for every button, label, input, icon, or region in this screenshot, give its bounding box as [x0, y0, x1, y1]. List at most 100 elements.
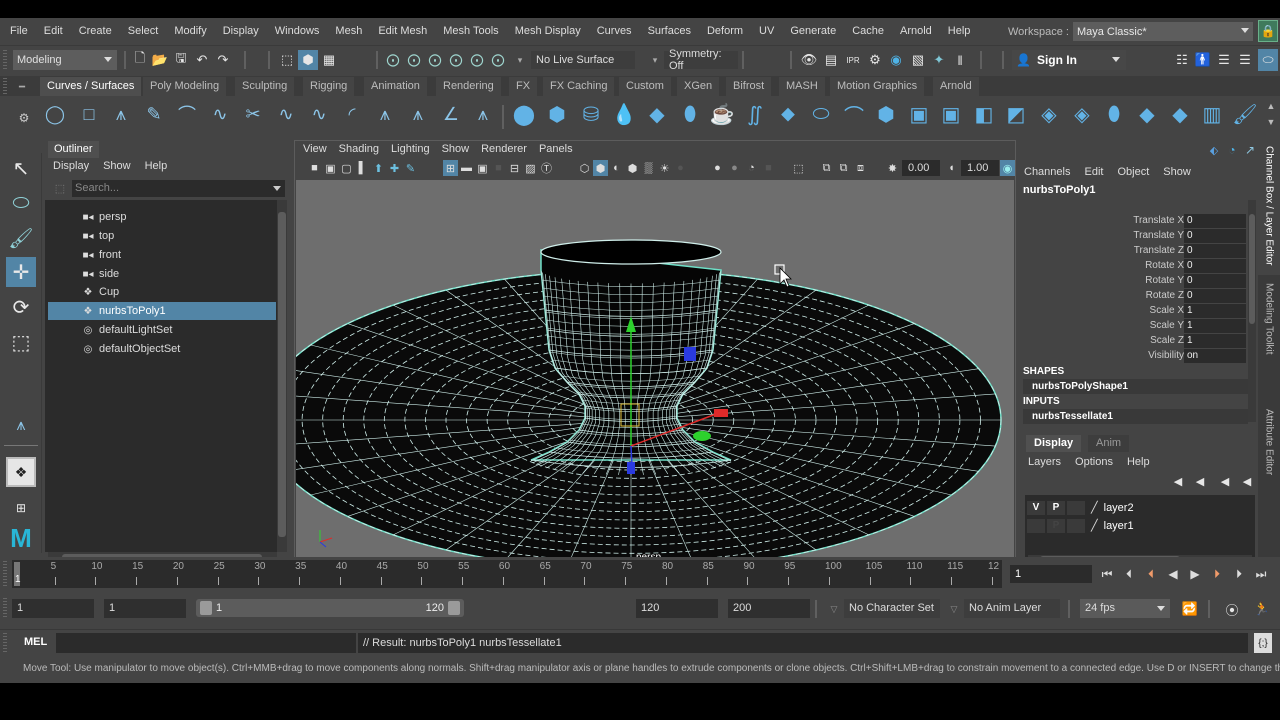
paint-select-tool-icon[interactable]: 🖌	[6, 223, 36, 253]
create-layer-from-selected-icon[interactable]: ◀	[1237, 471, 1257, 491]
scale-tool-icon[interactable]: ⬚	[6, 327, 36, 357]
gate-mask-icon[interactable]: ■	[491, 160, 506, 176]
modeling-toolkit-icon[interactable]: ☷	[1172, 50, 1192, 70]
channel-value[interactable]: 1	[1184, 334, 1246, 348]
menu-windows[interactable]: Windows	[267, 25, 328, 37]
safe-title-icon[interactable]: Ⓣ	[539, 160, 554, 176]
wireframe-on-shaded-icon[interactable]: ⬢	[625, 160, 640, 176]
snap-to-point-icon[interactable]: ⨀	[425, 50, 445, 70]
step-back-frame-icon[interactable]: ⏴	[1122, 565, 1136, 583]
render-setup-icon[interactable]: ▧	[908, 50, 928, 70]
nurbs-plane-icon[interactable]: ◆	[644, 101, 670, 127]
xray-active-components-icon[interactable]: ⧉	[836, 160, 851, 176]
cut-curve-tool-icon[interactable]: ✂	[240, 101, 266, 127]
outliner-menu-show[interactable]: Show	[103, 160, 131, 172]
shelf-scroll-down-icon[interactable]: ▼	[1261, 112, 1280, 132]
channel-translate-z[interactable]: Translate Z0	[1018, 244, 1248, 259]
go-to-end-icon[interactable]: ⏭	[1254, 565, 1268, 583]
symmetry-field[interactable]: Symmetry: Off	[664, 48, 738, 72]
shelf-tab-arnold[interactable]: Arnold	[933, 77, 980, 96]
extrude-icon[interactable]: ⬭	[808, 101, 834, 127]
channel-box-object-name[interactable]: nurbsToPoly1	[1023, 184, 1096, 196]
channel-rotate-z[interactable]: Rotate Z0	[1018, 289, 1248, 304]
menu-set-dropdown[interactable]: Modeling	[13, 50, 117, 70]
shelf-tab-motion-graphics[interactable]: Motion Graphics	[830, 77, 926, 96]
gear-icon[interactable]: ⚙	[14, 108, 34, 128]
detach-surface-icon[interactable]: ◆	[1134, 101, 1160, 127]
camera-attributes-icon[interactable]: ▢	[339, 160, 354, 176]
bookmarks-icon[interactable]: ▌	[355, 160, 370, 176]
channel-box-toggle-icon[interactable]: ⬖	[1204, 140, 1224, 160]
input-node[interactable]: nurbsTessellate1	[1023, 409, 1248, 424]
menu-uv[interactable]: UV	[751, 25, 782, 37]
anim-layer-dropdown[interactable]: No Anim Layer	[964, 599, 1060, 618]
layer-display-type-toggle[interactable]	[1067, 518, 1085, 533]
script-language-toggle[interactable]: MEL	[24, 636, 47, 648]
select-by-component-type-icon[interactable]: ▦	[319, 50, 339, 70]
range-slider[interactable]: 1 120	[196, 599, 464, 617]
step-forward-frame-icon[interactable]: ⏵	[1232, 565, 1246, 583]
channel-translate-y[interactable]: Translate Y0	[1018, 229, 1248, 244]
layer-display-type-toggle[interactable]	[1067, 500, 1085, 515]
layer-playback-toggle[interactable]: P	[1047, 518, 1065, 533]
playback-start-field[interactable]: 1	[104, 599, 186, 618]
channel-box-layer-editor-icon[interactable]: ⬭	[1258, 49, 1278, 71]
channel-rotate-x[interactable]: Rotate X0	[1018, 259, 1248, 274]
menu-help[interactable]: Help	[940, 25, 979, 37]
outliner-item-defaultobjectset[interactable]: ◎ defaultObjectSet	[48, 340, 276, 358]
outliner-item-nurbstopoly1[interactable]: ❖ nurbsToPoly1	[48, 302, 276, 320]
channel-value[interactable]: 0	[1184, 229, 1246, 243]
make-live-icon[interactable]: ⨀	[488, 50, 508, 70]
outliner-search-input[interactable]: Search...	[72, 180, 285, 197]
viewport-menu-panels[interactable]: Panels	[539, 143, 573, 155]
channel-value[interactable]: 0	[1184, 289, 1246, 303]
rebuild-curve-icon[interactable]: ⩚	[372, 101, 398, 127]
human-ik-icon[interactable]: 🚹	[1193, 50, 1213, 70]
shelf-tab-sculpting[interactable]: Sculpting	[235, 77, 296, 96]
channel-value[interactable]: 1	[1184, 304, 1246, 318]
menu-generate[interactable]: Generate	[782, 25, 844, 37]
viewport-menu-renderer[interactable]: Renderer	[481, 143, 527, 155]
layer-row[interactable]: V P ╱ layer2	[1027, 499, 1134, 516]
command-input[interactable]	[56, 633, 356, 653]
project-curve-icon[interactable]: ∠	[438, 101, 464, 127]
ipr-render-icon[interactable]: IPR	[843, 50, 863, 70]
channel-scale-y[interactable]: Scale Y1	[1018, 319, 1248, 334]
channel-rotate-y[interactable]: Rotate Y0	[1018, 274, 1248, 289]
bezier-curve-tool-icon[interactable]: ∿	[207, 101, 233, 127]
script-editor-icon[interactable]: {;}	[1254, 633, 1272, 653]
lasso-tool-icon[interactable]: ⬭	[6, 188, 36, 218]
filter-icon[interactable]: ⬚	[50, 178, 70, 198]
shelf-tab-mash[interactable]: MASH	[779, 77, 826, 96]
tool-settings-icon[interactable]: ☰	[1235, 50, 1255, 70]
menu-arnold[interactable]: Arnold	[892, 25, 940, 37]
render-settings-icon[interactable]: ⚙	[865, 50, 885, 70]
outliner-item-persp[interactable]: ■◂ persp	[48, 208, 276, 226]
layer-tab-anim[interactable]: Anim	[1088, 435, 1130, 452]
render-view-icon[interactable]: 👁	[799, 50, 819, 70]
field-chart-icon[interactable]: ⊟	[507, 160, 522, 176]
layer-row[interactable]: P ╱ layer1	[1027, 517, 1134, 534]
single-perspective-layout-icon[interactable]: ❖	[6, 457, 36, 487]
revolve-icon[interactable]: ☕	[709, 101, 735, 127]
channel-scale-z[interactable]: Scale Z1	[1018, 334, 1248, 349]
x-axis-arrow[interactable]	[714, 409, 728, 417]
safe-action-icon[interactable]: ▨	[523, 160, 538, 176]
use-all-lights-icon[interactable]: ☀	[657, 160, 672, 176]
layer-visibility-toggle[interactable]: V	[1027, 500, 1045, 515]
xray-joints-icon[interactable]: ⧈	[853, 160, 868, 176]
untrim-icon[interactable]: ◈	[1069, 101, 1095, 127]
menu-curves[interactable]: Curves	[589, 25, 640, 37]
viewport-menu-show[interactable]: Show	[442, 143, 470, 155]
use-default-material-icon[interactable]: ◐	[609, 160, 624, 176]
menu-create[interactable]: Create	[71, 25, 120, 37]
xy-plane-handle[interactable]	[684, 347, 696, 361]
snap-to-curve-icon[interactable]: ⨀	[404, 50, 424, 70]
chevron-down-icon[interactable]: ▽	[824, 599, 844, 619]
gamma-field[interactable]: 1.00	[961, 160, 999, 176]
menu-cache[interactable]: Cache	[844, 25, 892, 37]
animation-end-field[interactable]: 200	[728, 599, 810, 618]
select-tool-icon[interactable]: ↖	[6, 153, 36, 183]
outliner-item-top[interactable]: ■◂ top	[48, 227, 276, 245]
nurbs-sphere-icon[interactable]: ⬤	[511, 101, 537, 127]
